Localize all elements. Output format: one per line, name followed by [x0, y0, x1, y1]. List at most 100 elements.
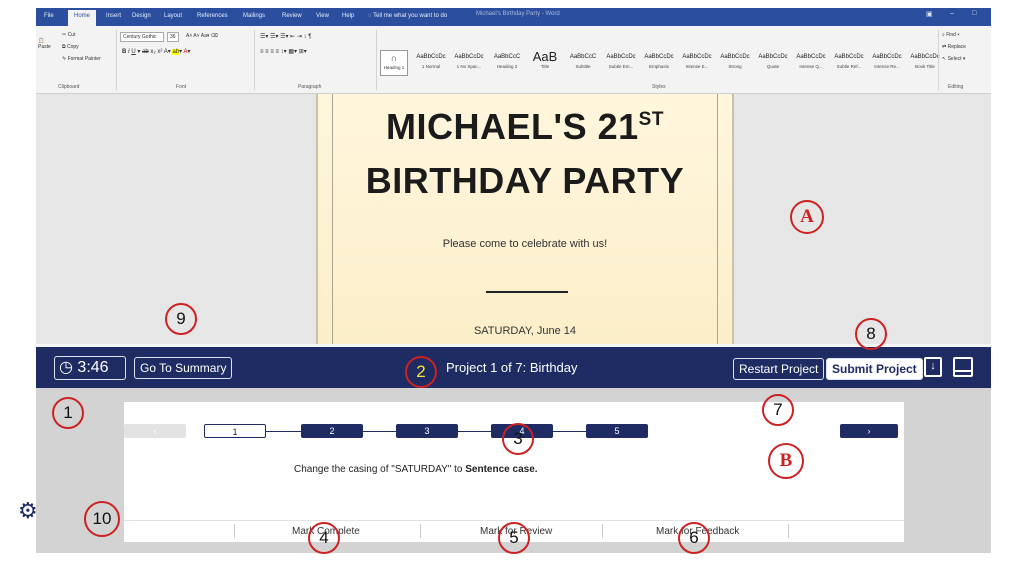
style-quote[interactable]: AaBbCcDc Quote: [754, 50, 792, 76]
restart-project-button[interactable]: Restart Project: [733, 358, 825, 380]
tab-file[interactable]: File: [44, 13, 54, 19]
panel-toggle-icon[interactable]: [953, 357, 973, 377]
list-buttons[interactable]: ☰▾ ☰▾ ☰▾ ⇤ ⇥ ↕ ¶: [260, 33, 311, 40]
style-subtitle[interactable]: AaBbCcC Subtitle: [564, 50, 602, 76]
ribbon-display-icon[interactable]: ▣: [926, 10, 933, 18]
download-icon[interactable]: ↓: [924, 357, 942, 377]
cut-button[interactable]: ✂ Cut: [62, 32, 75, 38]
copy-button[interactable]: ⧉ Copy: [62, 44, 79, 50]
callout-8: 8: [855, 318, 887, 350]
style-preview: AaBbCcDc: [720, 54, 750, 60]
party-title-line1-text: MICHAEL'S 21: [386, 106, 639, 147]
tab-design[interactable]: Design: [132, 13, 151, 19]
style-name: Subtitle: [575, 64, 591, 69]
select-label: Select: [947, 56, 962, 62]
tab-insert[interactable]: Insert: [106, 13, 121, 19]
callout-6: 6: [678, 522, 710, 554]
tab-mailings[interactable]: Mailings: [243, 13, 265, 19]
select-button[interactable]: ↖ Select ▾: [942, 56, 965, 62]
style-name: Emphasis: [649, 64, 669, 69]
replace-button[interactable]: ⇄ Replace: [942, 44, 966, 50]
tell-me-box[interactable]: ◌ Tell me what you want to do: [368, 13, 447, 19]
brush-icon: ✎: [62, 56, 67, 62]
callout-1: 1: [52, 397, 84, 429]
ribbon-separator: [376, 30, 377, 90]
tab-layout[interactable]: Layout: [164, 13, 182, 19]
cut-label: Cut: [67, 32, 76, 38]
style-1-normal[interactable]: AaBbCcDc 1 Normal: [412, 50, 450, 76]
style-heading-2[interactable]: AaBbCcC Heading 2: [488, 50, 526, 76]
font-name-select[interactable]: Century Gothic: [120, 32, 164, 42]
task-step-5[interactable]: 5: [586, 424, 648, 438]
task-instruction: Change the casing of "SATURDAY" to Sente…: [294, 464, 538, 475]
font-format-buttons[interactable]: B I U ▾ ab x₂ x² A▾ ab▾ A▾: [122, 48, 191, 55]
word-tab-bar: File Home Insert Design Layout Reference…: [36, 8, 991, 26]
paste-label: Paste: [38, 44, 51, 50]
step-connector: [458, 431, 492, 432]
task-step-1[interactable]: 1: [204, 424, 266, 438]
style-preview: AaBbCcC: [569, 54, 597, 60]
maximize-icon[interactable]: □: [972, 10, 976, 17]
ribbon-separator: [938, 30, 939, 90]
style-subtle-em[interactable]: AaBbCcDc Subtle Em...: [602, 50, 640, 76]
style-1-no-spac[interactable]: AaBbCcDc 1 No Spac...: [450, 50, 488, 76]
style-preview: AaBbCcDc: [416, 54, 446, 60]
copy-label: Copy: [66, 44, 79, 50]
style-name: 1 Normal: [421, 64, 441, 69]
style-intense-e[interactable]: AaBbCcDc Intense E...: [678, 50, 716, 76]
style-emphasis[interactable]: AaBbCcDc Emphasis: [640, 50, 678, 76]
settings-gear-icon[interactable]: ⚙: [18, 498, 38, 524]
tab-references[interactable]: References: [197, 13, 228, 19]
style-strong[interactable]: AaBbCcDc Strong: [716, 50, 754, 76]
tab-help[interactable]: Help: [342, 13, 354, 19]
tell-me-label: Tell me what you want to do: [373, 13, 448, 19]
invite-text[interactable]: Please come to celebrate with us!: [318, 238, 732, 250]
paragraph-group-label: Paragraph: [298, 84, 322, 90]
task-step-2[interactable]: 2: [301, 424, 363, 438]
task-step-3[interactable]: 3: [396, 424, 458, 438]
style-subtle-ref[interactable]: AaBbCcDc Subtle Ref...: [830, 50, 868, 76]
tab-view[interactable]: View: [316, 13, 329, 19]
party-title-line1[interactable]: MICHAEL'S 21ST: [318, 106, 732, 148]
heading1-style[interactable]: ∩ Heading 1: [380, 50, 408, 76]
style-name: Title: [540, 64, 550, 69]
date-text[interactable]: SATURDAY, June 14: [318, 325, 732, 337]
style-name: Intense E...: [685, 64, 709, 69]
callout-5: 5: [498, 522, 530, 554]
style-preview: AaBbCcDc: [682, 54, 712, 60]
callout-9: 9: [165, 303, 197, 335]
ribbon-separator: [254, 30, 255, 90]
submit-project-button[interactable]: Submit Project: [826, 358, 923, 380]
style-name: Heading 2: [496, 64, 518, 69]
format-painter-button[interactable]: ✎ Format Painter: [62, 56, 101, 62]
find-button[interactable]: ⌕ Find ▾: [942, 32, 959, 38]
style-preview: AaBbCcC: [493, 54, 521, 60]
font-group-label: Font: [176, 84, 187, 90]
document-title: Michael's Birthday Party - Word: [476, 11, 560, 17]
style-title[interactable]: AaB Title: [526, 50, 564, 76]
search-icon: ⌕: [942, 32, 945, 38]
prev-task-button[interactable]: ‹: [124, 424, 186, 438]
font-size-select[interactable]: 36: [167, 32, 179, 42]
alignment-buttons[interactable]: ≡ ≡ ≡ ≡ ↕▾ ▦▾ ⊞▾: [260, 48, 307, 55]
style-intense-q[interactable]: AaBbCcDc Intense Q...: [792, 50, 830, 76]
minimize-icon[interactable]: –: [950, 10, 954, 17]
style-intense-re[interactable]: AaBbCcDc Intense Re...: [868, 50, 906, 76]
document-page[interactable]: MICHAEL'S 21ST BIRTHDAY PARTY Please com…: [316, 94, 734, 344]
exam-window: File Home Insert Design Layout Reference…: [36, 8, 991, 553]
callout-b: B: [768, 443, 804, 479]
go-to-summary-button[interactable]: Go To Summary: [134, 357, 233, 379]
tab-home[interactable]: Home: [68, 10, 97, 26]
project-bar: ◷ 3:46 Go To Summary Project 1 of 7: Bir…: [36, 344, 991, 388]
party-title-line2[interactable]: BIRTHDAY PARTY: [318, 160, 732, 202]
tab-review[interactable]: Review: [282, 13, 302, 19]
callout-a: A: [790, 200, 824, 234]
style-name: Intense Q...: [799, 64, 823, 69]
timer-value: 3:46: [77, 359, 109, 376]
scissors-icon: ✂: [62, 32, 67, 38]
find-label: Find: [946, 32, 956, 38]
paste-button[interactable]: 📋 Paste: [38, 38, 51, 50]
lightbulb-icon: ◌: [368, 13, 372, 19]
font-size-tools[interactable]: A˄ A˅ Aa▾ ⌫: [186, 33, 218, 39]
next-task-button[interactable]: ›: [840, 424, 898, 438]
